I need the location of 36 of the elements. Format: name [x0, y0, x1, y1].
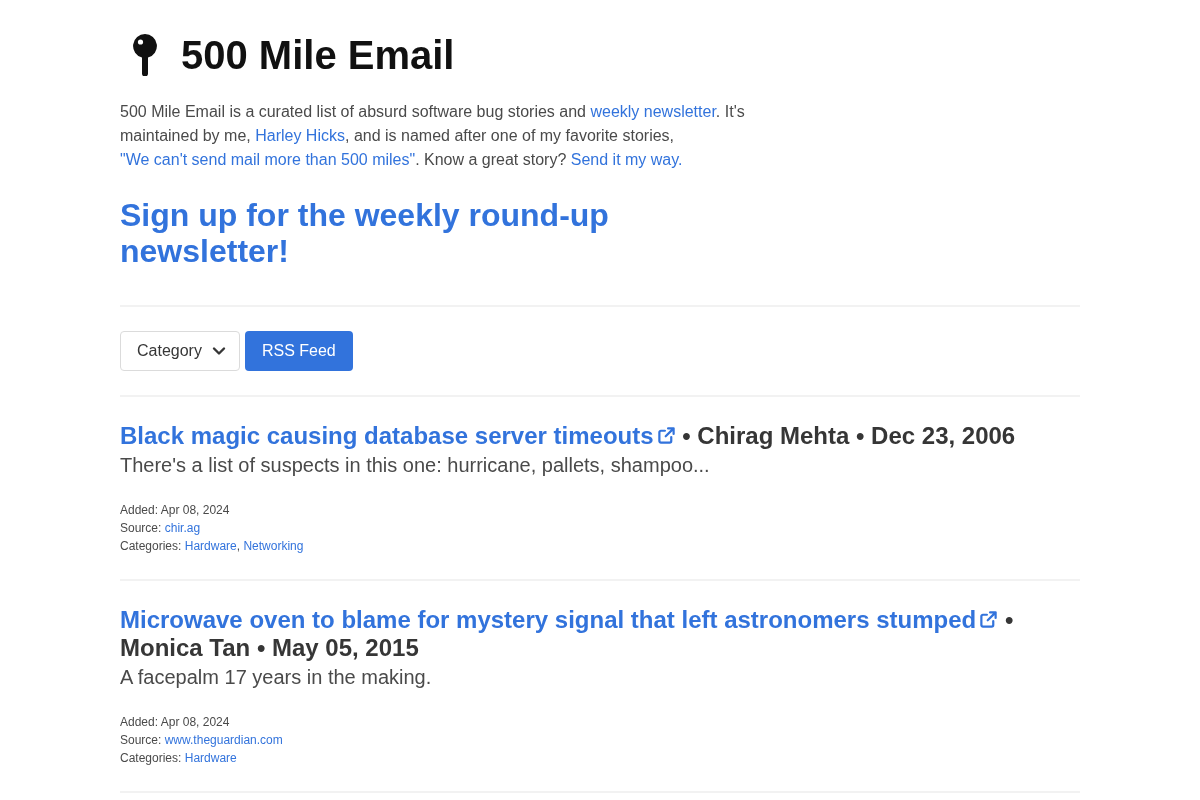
story-date: May 05, 2015 — [272, 634, 419, 661]
source-link[interactable]: www.theguardian.com — [164, 733, 283, 747]
text-link[interactable]: Harley Hicks — [255, 127, 345, 144]
added-date: Added: Apr 08, 2024 — [120, 714, 231, 731]
rss-feed-button[interactable]: RSS Feed — [244, 331, 353, 371]
added-date: Added: Apr 08, 2024 — [120, 502, 231, 519]
bullet-separator: • — [256, 634, 266, 661]
newsletter-signup-link[interactable]: Sign up for the weekly round-up newsletter! — [120, 197, 760, 269]
story-summary: A facepalm 17 years in the making. — [120, 665, 433, 690]
site-title: 500 Mile Email — [181, 32, 455, 78]
category-dropdown[interactable]: Category — [120, 331, 240, 371]
intro-paragraph: 500 Mile Email is a curated list of absurd software bug stories and weekly newsletter. It's maintained by me, Harley Hicks, and is named after one of my favorite stories, "We can't send mail more than 500 miles". Know a great story? Send it my way. — [120, 102, 746, 170]
story-title-link[interactable]: Microwave oven to blame for mystery signal that left astronomers stumped — [120, 606, 999, 633]
categories-line: Categories: Hardware — [120, 750, 238, 767]
external-link-icon — [979, 610, 999, 629]
source-line: Source: www.theguardian.com — [120, 732, 284, 749]
source-line: Source: chir.ag — [120, 520, 202, 537]
bullet-separator: • — [856, 422, 865, 449]
story-summary: There's a list of suspects in this one: hurricane, pallets, shampoo... — [120, 453, 711, 478]
story-author: Monica Tan — [120, 634, 251, 661]
external-link-icon — [656, 426, 676, 445]
story-date: Dec 23, 2006 — [871, 422, 1016, 449]
text-link[interactable]: Send it my way. — [570, 151, 683, 168]
bullet-separator: • — [1004, 606, 1014, 633]
bullet-separator: • — [682, 422, 691, 449]
source-link[interactable]: chir.ag — [164, 521, 201, 535]
category-link[interactable]: Hardware — [184, 751, 237, 765]
story-title-link[interactable]: Black magic causing database server timeouts — [120, 422, 676, 449]
category-link[interactable]: Networking — [243, 539, 304, 553]
categories-line: Categories: Hardware, Networking — [120, 538, 305, 555]
text-link[interactable]: "We can't send mail more than 500 miles" — [120, 151, 416, 168]
category-link[interactable]: Hardware — [184, 539, 237, 553]
chevron-down-icon — [211, 346, 226, 356]
text-link[interactable]: weekly newsletter — [590, 103, 716, 120]
story-author: Chirag Mehta — [697, 422, 850, 449]
pushpin-icon — [132, 34, 158, 76]
